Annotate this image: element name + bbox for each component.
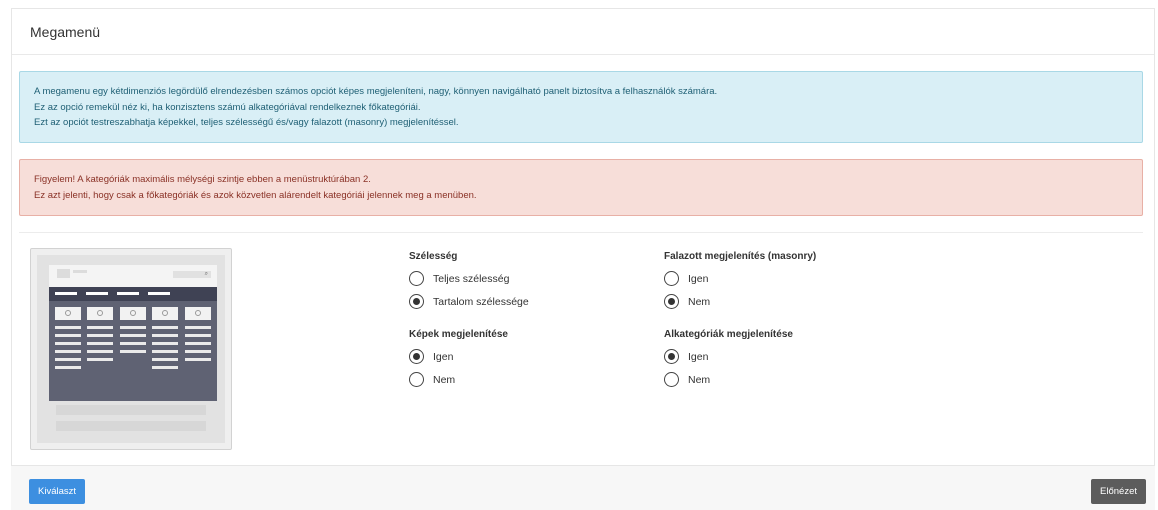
radio-label: Teljes szélesség <box>433 272 510 285</box>
thumbnail-line <box>87 326 113 329</box>
subcategories-option-group: Alkategóriák megjelenítése Igen Nem <box>664 329 793 391</box>
thumbnail-nav-item <box>117 292 139 295</box>
panel-footer: Kiválaszt Előnézet <box>11 465 1155 510</box>
subcategories-option-title: Alkategóriák megjelenítése <box>664 329 793 340</box>
preview-button[interactable]: Előnézet <box>1091 479 1146 504</box>
thumbnail-nav-bar <box>49 287 217 301</box>
thumbnail-line <box>152 326 178 329</box>
thumbnail-nav-item <box>148 292 170 295</box>
warning-alert-line: Ez azt jelenti, hogy csak a főkategóriák… <box>34 189 477 201</box>
thumbnail-line <box>55 358 81 361</box>
thumbnail-content-bar <box>56 405 206 415</box>
megamenu-preview-thumbnail: ⌕ <box>30 248 232 450</box>
thumbnail-line <box>55 334 81 337</box>
images-no-option[interactable]: Nem <box>409 368 508 391</box>
image-placeholder-icon <box>55 307 81 320</box>
radio-subcategories-no[interactable] <box>664 372 679 387</box>
radio-label: Nem <box>433 373 456 386</box>
search-icon: ⌕ <box>173 271 211 278</box>
radio-masonry-no[interactable] <box>664 294 679 309</box>
width-full-option[interactable]: Teljes szélesség <box>409 267 529 290</box>
thumbnail-line <box>152 334 178 337</box>
radio-label: Nem <box>688 373 711 386</box>
warning-alert: Figyelem! A kategóriák maximális mélység… <box>19 159 1143 216</box>
radio-label: Igen <box>433 350 454 363</box>
thumbnail-line <box>152 350 178 353</box>
masonry-option-title: Falazott megjelenítés (masonry) <box>664 251 817 262</box>
thumbnail-line <box>185 334 211 337</box>
info-alert-line: Ez az opció remekül néz ki, ha konziszte… <box>34 101 421 113</box>
image-placeholder-icon <box>152 307 178 320</box>
thumbnail-line <box>87 350 113 353</box>
thumbnail-line <box>120 334 146 337</box>
image-placeholder-icon <box>185 307 211 320</box>
thumbnail-line <box>185 342 211 345</box>
thumbnail-line <box>152 358 178 361</box>
thumbnail-line <box>55 342 81 345</box>
section-divider <box>19 232 1143 233</box>
thumbnail-line <box>87 342 113 345</box>
image-placeholder-icon <box>87 307 113 320</box>
radio-label: Igen <box>688 272 709 285</box>
masonry-yes-option[interactable]: Igen <box>664 267 816 290</box>
thumbnail-line <box>55 326 81 329</box>
thumbnail-header: ⌕ <box>49 265 217 287</box>
width-option-title: Szélesség <box>409 251 458 262</box>
thumbnail-canvas: ⌕ <box>37 255 225 443</box>
masonry-no-option[interactable]: Nem <box>664 290 816 313</box>
thumbnail-content-bar <box>56 421 206 431</box>
thumbnail-line <box>152 366 178 369</box>
width-option-group: Szélesség Teljes szélesség Tartalom szél… <box>409 251 529 313</box>
thumbnail-line <box>152 342 178 345</box>
warning-alert-line: Figyelem! A kategóriák maximális mélység… <box>34 174 371 185</box>
radio-images-no[interactable] <box>409 372 424 387</box>
radio-width-full[interactable] <box>409 271 424 286</box>
images-yes-option[interactable]: Igen <box>409 345 508 368</box>
radio-images-yes[interactable] <box>409 349 424 364</box>
thumbnail-line <box>185 326 211 329</box>
subcategories-no-option[interactable]: Nem <box>664 368 793 391</box>
thumbnail-line <box>87 334 113 337</box>
subcategories-yes-option[interactable]: Igen <box>664 345 793 368</box>
thumbnail-line <box>120 342 146 345</box>
width-content-option[interactable]: Tartalom szélessége <box>409 290 529 313</box>
thumbnail-line <box>185 350 211 353</box>
info-alert: A megamenu egy kétdimenziós legördülő el… <box>19 71 1143 143</box>
thumbnail-nav-item <box>55 292 77 295</box>
thumbnail-line <box>120 350 146 353</box>
masonry-option-group: Falazott megjelenítés (masonry) Igen Nem <box>664 251 816 313</box>
thumbnail-nav-item <box>86 292 108 295</box>
select-button[interactable]: Kiválaszt <box>29 479 86 504</box>
images-option-group: Képek megjelenítése Igen Nem <box>409 329 508 391</box>
thumbnail-line <box>55 350 81 353</box>
thumbnail-line <box>87 358 113 361</box>
radio-label: Tartalom szélessége <box>433 295 529 308</box>
thumbnail-line <box>55 366 81 369</box>
info-alert-line: Ezt az opciót testreszabhatja képekkel, … <box>34 117 459 128</box>
radio-label: Nem <box>688 295 711 308</box>
thumbnail-logo-icon <box>57 269 70 278</box>
thumbnail-mega-dropdown <box>49 301 217 401</box>
thumbnail-line <box>185 358 211 361</box>
radio-subcategories-yes[interactable] <box>664 349 679 364</box>
images-option-title: Képek megjelenítése <box>409 329 508 340</box>
panel-title: Megamenü <box>12 9 1154 55</box>
thumbnail-line <box>120 326 146 329</box>
image-placeholder-icon <box>120 307 146 320</box>
info-alert-line: A megamenu egy kétdimenziós legördülő el… <box>34 86 718 97</box>
thumbnail-logo-text <box>73 270 87 273</box>
radio-label: Igen <box>688 350 709 363</box>
radio-masonry-yes[interactable] <box>664 271 679 286</box>
radio-width-content[interactable] <box>409 294 424 309</box>
